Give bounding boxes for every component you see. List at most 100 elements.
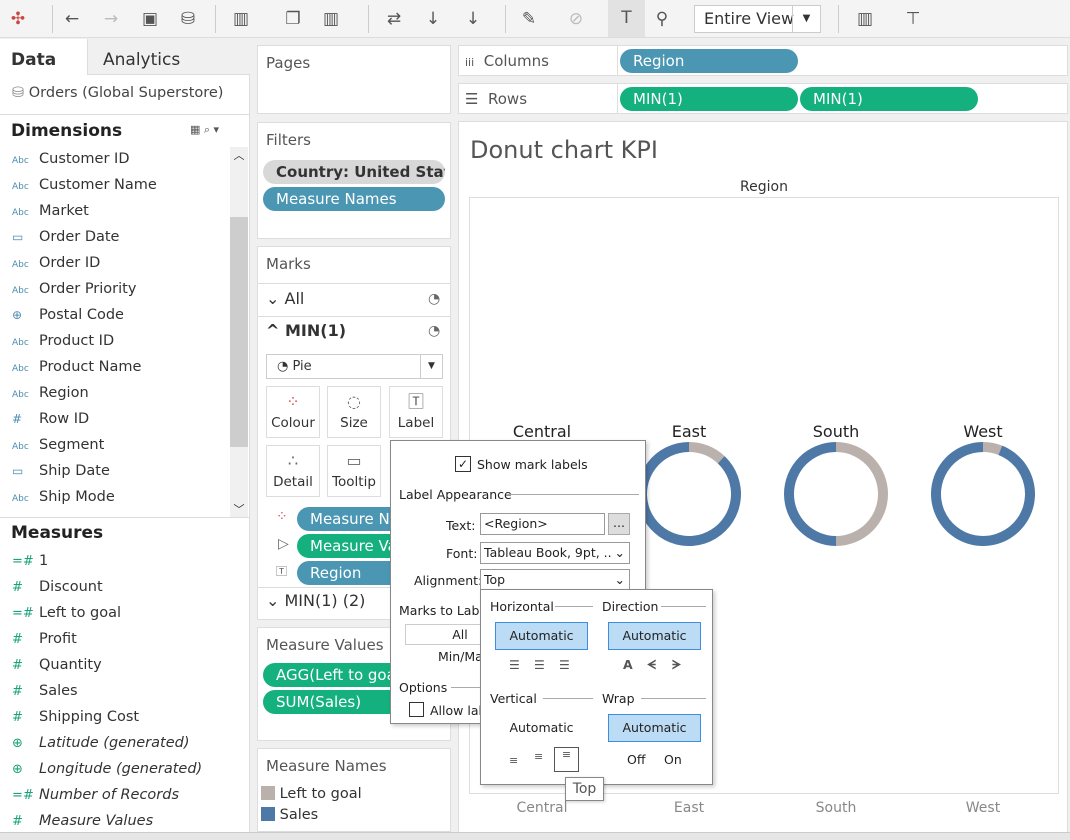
tab-data[interactable]: Data — [0, 39, 87, 75]
rows-pill-min1-2[interactable]: MIN(1) — [800, 87, 978, 111]
field-item[interactable]: Abc Market — [12, 198, 89, 224]
align-top-icon[interactable]: ≡ — [554, 747, 579, 772]
field-item[interactable]: =# Left to goal — [12, 600, 121, 626]
forward-icon[interactable]: → — [98, 6, 124, 32]
show-me-icon[interactable]: ▥ — [852, 6, 878, 32]
marks-min1[interactable]: ^ MIN(1) — [266, 321, 346, 340]
field-item[interactable]: Abc Product Name — [12, 354, 141, 380]
colour-button[interactable]: ⁘ Colour — [266, 386, 320, 438]
sort-ascending-icon[interactable]: ↓ — [420, 6, 446, 32]
field-name: Quantity — [39, 657, 102, 673]
scrollbar[interactable]: ︿ ﹀ — [230, 147, 248, 517]
field-item[interactable]: Abc Customer ID — [12, 146, 129, 172]
mark-type-select[interactable]: ◔ Pie ▼ — [266, 354, 443, 379]
swap-icon[interactable]: ⇄ — [381, 6, 407, 32]
align-left-icon[interactable]: ☰ — [509, 658, 520, 672]
legend-item-sales[interactable]: Sales — [261, 807, 318, 823]
donut-slice[interactable] — [836, 442, 889, 546]
field-item[interactable]: ▭ Order Date — [12, 224, 119, 250]
field-item[interactable]: Abc Ship Mode — [12, 484, 115, 510]
donut-slice[interactable] — [689, 442, 725, 464]
field-item[interactable]: Abc Region — [12, 380, 89, 406]
field-item[interactable]: # Shipping Cost — [12, 704, 139, 730]
field-item[interactable]: =# 1 — [12, 548, 48, 574]
datasource[interactable]: ⛁ Orders (Global Superstore) — [12, 85, 223, 101]
tooltip-button[interactable]: ▭ Tooltip — [327, 445, 381, 497]
label-button[interactable]: 🅃 Label — [389, 386, 443, 438]
direction-down-icon[interactable]: ᗒ — [672, 657, 681, 673]
highlight-icon[interactable]: ✎ — [516, 6, 542, 32]
align-right-icon[interactable]: ☰ — [559, 658, 570, 672]
field-item[interactable]: # Row ID — [12, 406, 89, 432]
field-item[interactable]: Abc Order ID — [12, 250, 100, 276]
save-icon[interactable]: ▣ — [137, 6, 163, 32]
align-center-icon[interactable]: ☰ — [534, 658, 545, 672]
alignment-select[interactable]: Top ⌄ — [480, 569, 630, 591]
field-item[interactable]: Abc Product ID — [12, 328, 114, 354]
filter-pill-measure-names[interactable]: Measure Names — [263, 187, 445, 211]
filter-pill-country[interactable]: Country: United Stat.. — [263, 160, 445, 184]
search-icon[interactable]: ▦ ⌕ ▾ — [190, 123, 219, 137]
pages-card[interactable]: Pages — [257, 45, 451, 114]
align-bottom-icon[interactable]: ≡ — [509, 754, 518, 767]
field-item[interactable]: ⊕ Postal Code — [12, 302, 124, 328]
back-icon[interactable]: ← — [59, 6, 85, 32]
filters-title: Filters — [266, 131, 311, 149]
new-datasource-icon[interactable]: ⛁ — [175, 6, 201, 32]
measures-header: Measures — [11, 523, 104, 543]
field-item[interactable]: # Profit — [12, 626, 77, 652]
detail-button[interactable]: ∴ Detail — [266, 445, 320, 497]
legend-item-left-to-goal[interactable]: Left to goal — [261, 786, 362, 802]
field-item[interactable]: # Discount — [12, 574, 103, 600]
field-item[interactable]: # Quantity — [12, 652, 102, 678]
align-middle-icon[interactable]: ≡ — [534, 750, 543, 763]
edit-text-button[interactable]: ... — [608, 513, 630, 535]
angle-icon: ▷ — [278, 536, 289, 552]
group-icon[interactable]: ⊘ — [563, 6, 589, 32]
rows-pill-min1[interactable]: MIN(1) — [620, 87, 798, 111]
text-field[interactable]: <Region> — [480, 513, 605, 535]
field-item[interactable]: =# Number of Records — [12, 782, 179, 808]
presentation-mode-icon[interactable]: ⊤ — [900, 6, 926, 32]
field-item[interactable]: Abc Customer Name — [12, 172, 157, 198]
field-name: Longitude (generated) — [39, 761, 203, 777]
horizontal-automatic-button[interactable]: Automatic — [495, 622, 588, 650]
show-mark-labels-icon[interactable]: T — [608, 0, 645, 37]
field-item[interactable]: Abc Order Priority — [12, 276, 136, 302]
field-item[interactable]: ▭ Ship Date — [12, 458, 110, 484]
donut-slice[interactable] — [783, 442, 837, 546]
vertical-automatic-button[interactable]: Automatic — [495, 714, 588, 742]
columns-pill-region[interactable]: Region — [620, 49, 798, 73]
field-item[interactable]: Abc Segment — [12, 432, 104, 458]
wrap-automatic-button[interactable]: Automatic — [608, 714, 701, 742]
columns-shelf[interactable]: iii Columns Region — [458, 45, 1068, 76]
direction-horizontal-icon[interactable]: A — [623, 657, 633, 672]
tab-analytics[interactable]: Analytics — [87, 39, 250, 75]
marks-to-label-minmax[interactable]: Min/Ma — [438, 649, 483, 664]
pin-icon[interactable]: ⚲ — [649, 6, 675, 32]
field-item[interactable]: ⊕ Latitude (generated) — [12, 730, 190, 756]
duplicate-sheet-icon[interactable]: ❐ — [280, 6, 306, 32]
allow-overlap-checkbox[interactable] — [409, 702, 424, 717]
tableau-logo-icon[interactable]: ✣ — [5, 6, 31, 32]
clear-sheet-icon[interactable]: ▥ — [318, 6, 344, 32]
fit-select[interactable]: Entire View ▼ — [694, 5, 821, 33]
sort-descending-icon[interactable]: ↓ — [460, 6, 486, 32]
marks-min1-2[interactable]: ⌄ MIN(1) (2) — [266, 591, 365, 610]
donut-slice[interactable] — [931, 442, 1035, 546]
new-worksheet-icon[interactable]: ▥ — [228, 6, 254, 32]
direction-automatic-button[interactable]: Automatic — [608, 622, 701, 650]
field-item[interactable]: ⊕ Longitude (generated) — [12, 756, 202, 782]
font-select[interactable]: Tableau Book, 9pt, .. ⌄ — [480, 542, 630, 564]
field-item[interactable]: # Measure Values — [12, 808, 153, 834]
marks-all[interactable]: ⌄ All — [266, 289, 304, 308]
show-labels-checkbox[interactable]: ✓ — [455, 456, 471, 472]
sheet-tabs-bar[interactable] — [0, 832, 1070, 840]
rows-shelf[interactable]: ☰ Rows MIN(1) MIN(1) — [458, 83, 1068, 114]
donut-slice[interactable] — [637, 442, 741, 546]
size-button[interactable]: ◌ Size — [327, 386, 381, 438]
direction-up-icon[interactable]: ᗕ — [647, 657, 656, 673]
wrap-on-button[interactable]: On — [664, 752, 682, 767]
field-item[interactable]: # Sales — [12, 678, 78, 704]
wrap-off-button[interactable]: Off — [627, 752, 645, 767]
